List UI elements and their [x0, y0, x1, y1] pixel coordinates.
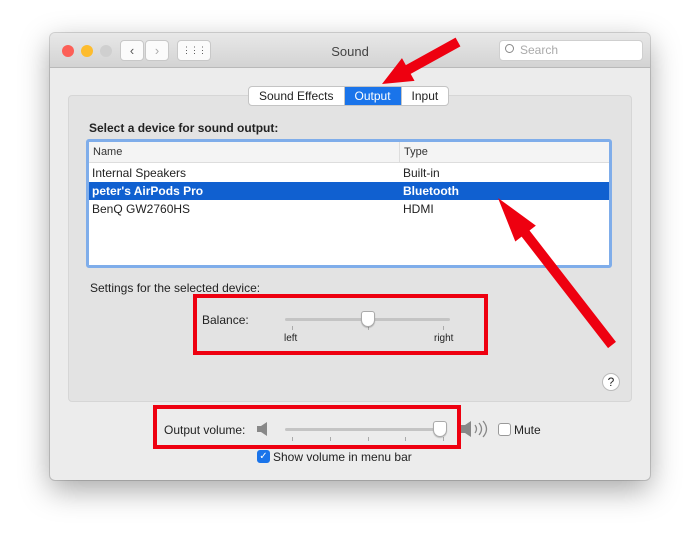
- annotation-arrows: [382, 37, 616, 349]
- annotation-arrow-output-tab: [382, 37, 461, 84]
- annotation-arrow-selected-device: [498, 198, 616, 349]
